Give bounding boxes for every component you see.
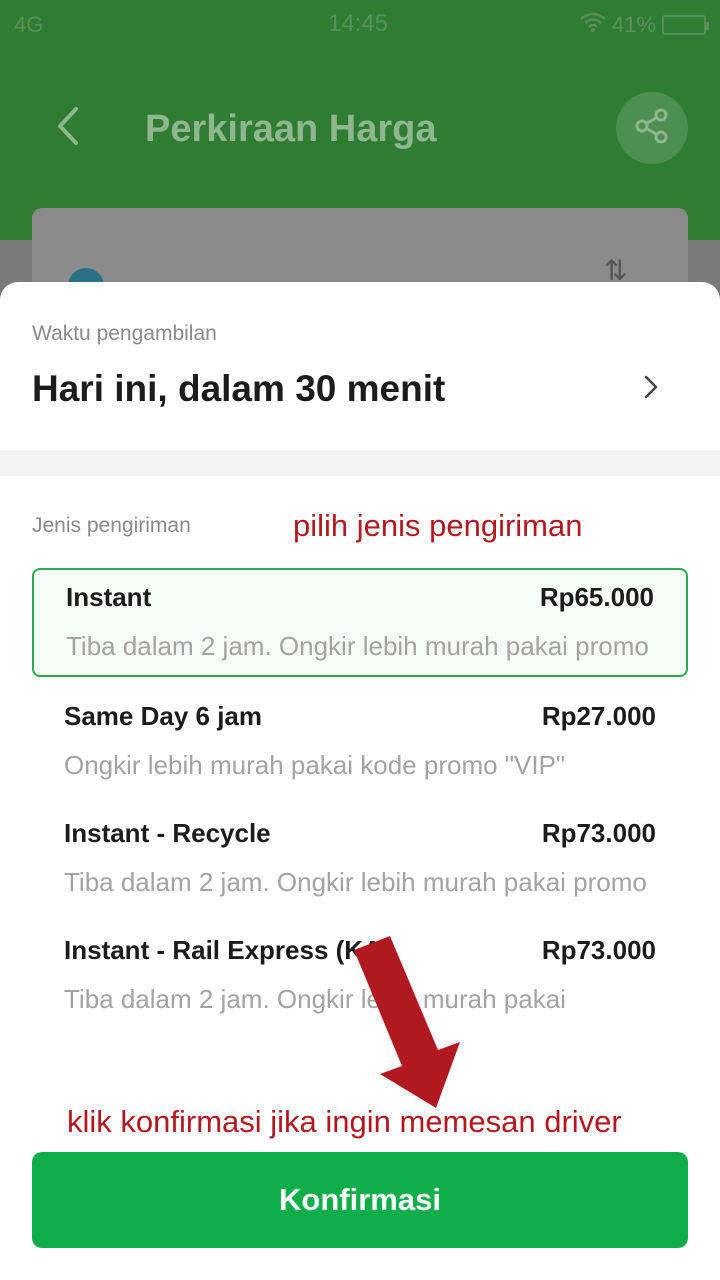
status-bar: 4G 14:45 41%	[0, 0, 720, 50]
status-right-group: 41%	[580, 12, 709, 38]
share-icon	[633, 107, 671, 150]
chevron-right-icon[interactable]	[636, 372, 666, 402]
option-price: Rp73.000	[541, 935, 656, 965]
pickup-time-value[interactable]: Hari ini, dalam 30 menit	[32, 368, 445, 410]
option-name: Instant - Rail Express (KA	[64, 935, 382, 965]
delivery-type-label: Jenis pengiriman	[32, 514, 191, 537]
confirm-button[interactable]: Konfirmasi	[32, 1152, 688, 1248]
option-price: Rp73.000	[541, 818, 656, 848]
back-button[interactable]	[40, 100, 96, 156]
share-button[interactable]	[616, 92, 688, 164]
annotation-click-confirm: klik konfirmasi jika ingin memesan drive…	[67, 1104, 622, 1139]
battery-percent: 41%	[611, 12, 656, 37]
chevron-left-icon	[54, 106, 82, 151]
delivery-option-instant[interactable]: Instant Rp65.000 Tiba dalam 2 jam. Ongki…	[32, 568, 688, 677]
option-name: Instant - Recycle	[64, 818, 271, 848]
option-name: Same Day 6 jam	[64, 701, 263, 731]
option-description: Ongkir lebih murah pakai kode promo "VIP…	[64, 750, 566, 780]
annotation-select-delivery: pilih jenis pengiriman	[293, 508, 583, 543]
status-time: 14:45	[328, 10, 389, 37]
option-description: Tiba dalam 2 jam. Ongkir lebih murah pak…	[66, 631, 649, 661]
page-title: Perkiraan Harga	[145, 108, 437, 150]
section-divider	[0, 450, 720, 476]
annotation-arrow-icon	[344, 936, 474, 1116]
wifi-icon	[580, 12, 606, 38]
option-price: Rp65.000	[539, 582, 654, 612]
network-indicator: 4G	[14, 12, 44, 37]
delivery-option-instant-recycle[interactable]: Instant - Recycle Rp73.000 Tiba dalam 2 …	[32, 806, 688, 911]
option-description: Tiba dalam 2 jam. Ongkir lebih murah pak…	[64, 867, 647, 897]
option-price: Rp27.000	[541, 701, 656, 731]
battery-icon	[662, 15, 709, 35]
delivery-option-same-day[interactable]: Same Day 6 jam Rp27.000 Ongkir lebih mur…	[32, 689, 688, 794]
option-name: Instant	[66, 582, 152, 612]
pickup-time-label: Waktu pengambilan	[32, 322, 217, 345]
